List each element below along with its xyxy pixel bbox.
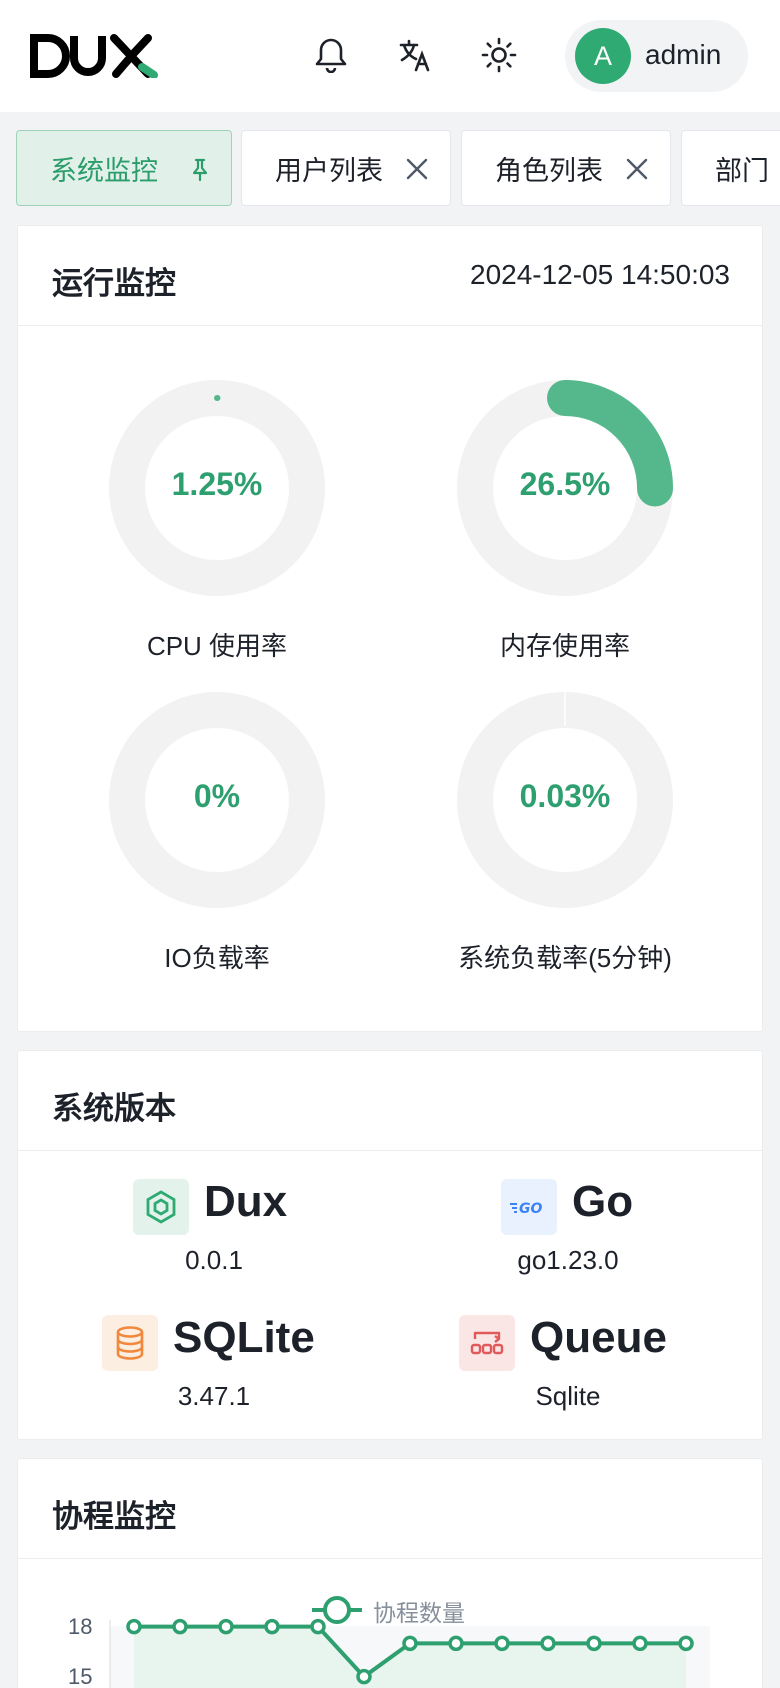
- translate-icon[interactable]: [392, 32, 438, 78]
- tab-bar: 系统监控 用户列表 角色列表 部门: [0, 112, 780, 220]
- data-point[interactable]: [632, 1635, 648, 1652]
- pin-icon[interactable]: [187, 156, 213, 182]
- card-title: 协程监控: [52, 1499, 176, 1534]
- card-header: 运行监控 2024-12-05 14:50:03: [18, 226, 762, 326]
- close-icon[interactable]: [404, 156, 430, 182]
- data-point[interactable]: [494, 1635, 510, 1652]
- tab-label: 用户列表: [275, 155, 383, 186]
- user-menu[interactable]: A admin: [565, 20, 748, 92]
- data-point[interactable]: [126, 1618, 142, 1635]
- user-name: admin: [645, 39, 722, 70]
- version-name: Dux: [204, 1177, 288, 1226]
- data-point[interactable]: [356, 1668, 372, 1685]
- tab-label: 部门: [715, 155, 769, 186]
- card-header: 系统版本: [18, 1051, 762, 1151]
- data-point[interactable]: [172, 1618, 188, 1635]
- app-header: A admin: [0, 0, 780, 112]
- cpu-value: 1.25%: [171, 466, 263, 502]
- system-version-card: 系统版本 Dux 0.0.1 GO Go go1.23.0 SQLite 3.4…: [17, 1050, 763, 1440]
- tab-department[interactable]: 部门: [681, 130, 780, 206]
- sun-icon[interactable]: [476, 32, 522, 78]
- version-name: Queue: [530, 1313, 667, 1362]
- version-number: 3.47.1: [177, 1381, 251, 1411]
- version-name: SQLite: [173, 1313, 315, 1362]
- io-label: IO负载率: [164, 943, 270, 973]
- bell-icon[interactable]: [308, 32, 354, 78]
- legend-marker: [312, 1596, 362, 1624]
- version-number: 0.0.1: [185, 1245, 243, 1275]
- card-header: 协程监控: [18, 1459, 762, 1559]
- runtime-monitor-card: 运行监控 2024-12-05 14:50:03 1.25% CPU 使用率 2…: [17, 225, 763, 1032]
- version-number: go1.23.0: [517, 1245, 619, 1275]
- version-name: Go: [572, 1177, 634, 1226]
- hexagon-icon: [133, 1179, 189, 1235]
- monitor-time: 2024-12-05 14:50:03: [470, 259, 730, 290]
- data-point[interactable]: [540, 1635, 556, 1652]
- memory-value: 26.5%: [519, 466, 611, 502]
- tab-role-list[interactable]: 角色列表: [461, 130, 671, 206]
- load-label: 系统负载率(5分钟): [458, 943, 672, 973]
- load-gauge: 0.03%: [455, 690, 675, 910]
- card-title: 系统版本: [52, 1091, 176, 1126]
- y-tick-label: 18: [68, 1614, 93, 1639]
- data-point[interactable]: [264, 1618, 280, 1635]
- legend-label: 协程数量: [373, 1600, 465, 1626]
- data-point[interactable]: [678, 1635, 694, 1652]
- version-number: Sqlite: [535, 1381, 601, 1411]
- dux-logo[interactable]: [30, 34, 165, 78]
- svg-text:GO: GO: [519, 1201, 542, 1217]
- load-value: 0.03%: [519, 778, 611, 814]
- data-point[interactable]: [402, 1635, 418, 1652]
- tab-label: 角色列表: [495, 155, 603, 186]
- tab-user-list[interactable]: 用户列表: [241, 130, 451, 206]
- io-gauge: 0%: [107, 690, 327, 910]
- tab-label: 系统监控: [50, 155, 158, 186]
- memory-gauge: 26.5%: [455, 378, 675, 598]
- io-value: 0%: [193, 778, 241, 814]
- y-tick-label: 15: [68, 1664, 93, 1688]
- avatar: A: [575, 28, 631, 84]
- cpu-label: CPU 使用率: [146, 631, 288, 661]
- tab-system-monitor[interactable]: 系统监控: [16, 130, 232, 206]
- data-point[interactable]: [218, 1618, 234, 1635]
- queue-icon: [459, 1315, 515, 1371]
- close-icon[interactable]: [624, 156, 650, 182]
- card-title: 运行监控: [52, 266, 176, 301]
- cpu-gauge: 1.25%: [107, 378, 327, 598]
- data-point[interactable]: [586, 1635, 602, 1652]
- data-point[interactable]: [448, 1635, 464, 1652]
- memory-label: 内存使用率: [499, 631, 630, 661]
- data-point[interactable]: [310, 1618, 326, 1635]
- go-logo-icon: GO: [501, 1179, 557, 1235]
- database-icon: [102, 1315, 158, 1371]
